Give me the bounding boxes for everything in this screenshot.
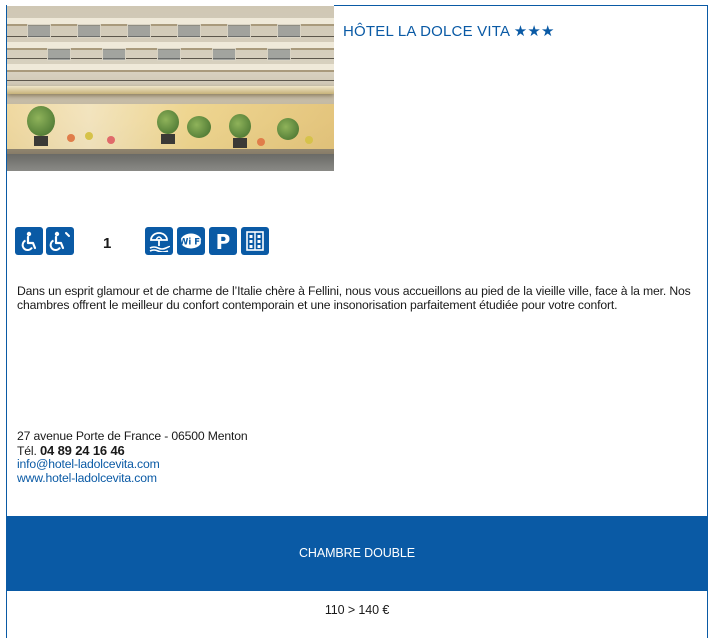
accessible-rooms-count: 1 xyxy=(103,235,112,252)
phone-line: Tél. 04 89 24 16 46 xyxy=(17,443,247,459)
phone-label: Tél. xyxy=(17,443,37,458)
room-price: 110 > 140 € xyxy=(324,603,390,617)
hotel-name: HÔTEL LA DOLCE VITA xyxy=(343,23,510,40)
phone-number[interactable]: 04 89 24 16 46 xyxy=(40,443,125,458)
hotel-description: Dans un esprit glamour et de charme de l… xyxy=(17,284,691,313)
room-type-header: CHAMBRE DOUBLE xyxy=(7,516,707,591)
wifi-icon: Wi Fi xyxy=(177,227,205,255)
beach-umbrella-icon xyxy=(145,227,173,255)
hotel-stars: ★★★ xyxy=(513,23,555,40)
elevator-icon xyxy=(241,227,269,255)
email-link[interactable]: info@hotel-ladolcevita.com xyxy=(17,457,247,472)
wheelchair-access-icon xyxy=(15,227,43,255)
wheelchair-assisted-icon xyxy=(46,227,74,255)
contact-block: 27 avenue Porte de France - 06500 Menton… xyxy=(17,429,248,486)
svg-text:Wi Fi: Wi Fi xyxy=(179,238,203,248)
parking-icon: P xyxy=(209,227,237,255)
hotel-photo xyxy=(7,6,334,171)
top-border xyxy=(334,5,708,6)
hotel-card: HÔTEL LA DOLCE VITA ★★★ 1 Wi Fi P Dans u… xyxy=(0,0,708,638)
address: 27 avenue Porte de France - 06500 Menton xyxy=(17,429,248,443)
website-link[interactable]: www.hotel-ladolcevita.com xyxy=(17,471,247,486)
hotel-title: HÔTEL LA DOLCE VITA ★★★ xyxy=(343,22,555,40)
svg-text:P: P xyxy=(216,230,231,252)
